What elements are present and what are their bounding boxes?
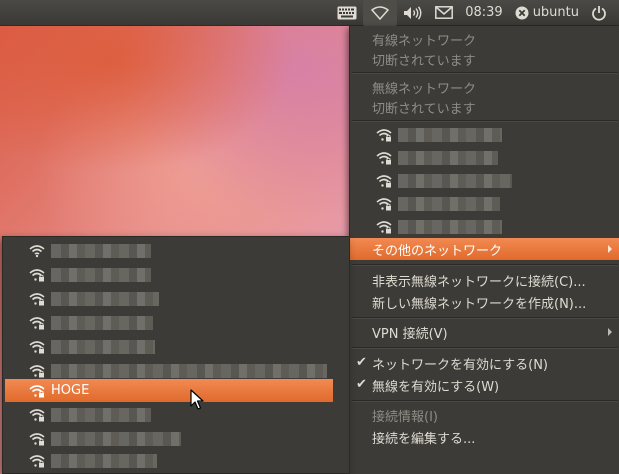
wifi-lock-icon [29, 316, 45, 330]
wireless-network-item[interactable] [3, 311, 349, 334]
redacted-network-name [51, 291, 159, 306]
vpn-connections-label: VPN 接続(V) [372, 326, 448, 342]
session-close-icon [515, 6, 529, 19]
keyboard-indicator[interactable] [331, 0, 363, 26]
wifi-lock-icon [376, 151, 392, 165]
clock[interactable]: 08:39 [459, 0, 508, 26]
mouse-pointer-icon [190, 389, 204, 410]
redacted-network-name [51, 431, 181, 446]
wired-network-header: 有線ネットワーク [372, 33, 477, 49]
wifi-lock-icon [29, 268, 45, 282]
wireless-network-item[interactable] [350, 124, 619, 146]
wireless-network-item[interactable] [3, 427, 349, 450]
user-name: ubuntu [532, 5, 579, 20]
wireless-network-item[interactable] [3, 239, 349, 262]
enable-wireless-item[interactable]: ✔ 無線を有効にする(W) [350, 374, 619, 396]
redacted-network-name [51, 243, 151, 258]
volume-icon [404, 5, 422, 20]
keyboard-icon [337, 6, 357, 19]
redacted-network-name [398, 197, 500, 211]
network-indicator[interactable] [363, 0, 398, 26]
wifi-lock-icon [29, 340, 45, 354]
separator [352, 347, 618, 349]
top-panel: 08:39 ubuntu [0, 0, 619, 26]
wifi-lock-icon [29, 432, 45, 446]
separator [352, 120, 618, 122]
connection-info-item: 接続情報(I) [372, 409, 438, 425]
clock-label: 08:39 [465, 5, 503, 20]
redacted-network-name [51, 339, 155, 354]
enable-networking-label: ネットワークを有効にする(N) [372, 357, 548, 373]
connect-hidden-network-item[interactable]: 非表示無線ネットワークに接続(C)... [350, 269, 619, 291]
redacted-network-name [51, 363, 327, 378]
redacted-network-name [51, 453, 157, 468]
sound-indicator[interactable] [397, 0, 429, 26]
wireless-network-item-hoge[interactable]: HOGE [5, 379, 333, 402]
submenu-arrow-icon [608, 245, 612, 253]
enable-networking-item[interactable]: ✔ ネットワークを有効にする(N) [350, 352, 619, 374]
wifi-lock-icon [376, 197, 392, 211]
wireless-network-item[interactable] [3, 335, 349, 358]
wifi-icon [29, 244, 45, 258]
wifi-lock-icon [376, 128, 392, 142]
wireless-network-header: 無線ネットワーク [372, 81, 477, 97]
wireless-network-item[interactable] [3, 287, 349, 310]
wifi-lock-icon [29, 384, 45, 398]
wireless-network-item[interactable] [350, 193, 619, 215]
redacted-network-name [398, 151, 498, 165]
other-networks-label: その他のネットワーク [372, 243, 503, 259]
network-name-label: HOGE [51, 383, 90, 398]
session-menu[interactable] [585, 0, 613, 26]
enable-wireless-label: 無線を有効にする(W) [372, 379, 500, 395]
submenu-arrow-icon [608, 328, 612, 336]
user-menu[interactable]: ubuntu [509, 0, 585, 26]
wifi-lock-icon [29, 292, 45, 306]
separator [352, 400, 618, 402]
wifi-lock-icon [376, 174, 392, 188]
mail-icon [435, 6, 454, 19]
wireless-network-item[interactable] [3, 403, 349, 426]
separator [352, 72, 618, 74]
wifi-lock-icon [376, 220, 392, 234]
checkmark-icon: ✔ [356, 355, 367, 370]
wifi-icon [371, 5, 390, 20]
redacted-network-name [398, 128, 502, 142]
redacted-network-name [51, 267, 151, 282]
wifi-lock-icon [29, 408, 45, 422]
wifi-lock-icon [29, 364, 45, 378]
messaging-indicator[interactable] [429, 0, 459, 26]
vpn-connections-item[interactable]: VPN 接続(V) [350, 321, 619, 343]
wireless-network-item[interactable] [3, 263, 349, 286]
wireless-network-item[interactable] [350, 170, 619, 192]
checkmark-icon: ✔ [356, 377, 367, 392]
redacted-network-name [398, 220, 502, 234]
redacted-network-name [51, 315, 153, 330]
wireless-network-item[interactable] [350, 216, 619, 238]
wireless-network-item[interactable] [3, 449, 349, 472]
separator [352, 264, 618, 266]
wifi-lock-icon [29, 454, 45, 468]
create-new-network-item[interactable]: 新しい無線ネットワークを作成(N)... [350, 291, 619, 313]
edit-connections-item[interactable]: 接続を編集する... [350, 426, 619, 448]
separator [352, 317, 618, 319]
redacted-network-name [51, 407, 151, 422]
redacted-network-name [398, 174, 512, 188]
network-menu: 有線ネットワーク 切断されています 無線ネットワーク 切断されています その他の… [349, 26, 619, 474]
other-networks-submenu: HOGE [2, 236, 350, 474]
wired-network-status: 切断されています [372, 53, 476, 69]
wireless-network-status: 切断されています [372, 101, 476, 117]
other-networks-item[interactable]: その他のネットワーク [350, 238, 619, 260]
power-icon [592, 5, 606, 21]
wireless-network-item[interactable] [350, 147, 619, 169]
